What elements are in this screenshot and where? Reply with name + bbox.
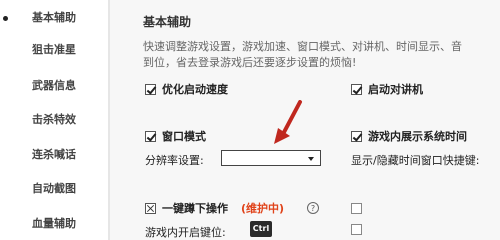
sidebar-item-auto-screenshot[interactable]: 自动截图 — [0, 179, 108, 199]
resolution-label: 分辨率设置: — [145, 154, 204, 167]
help-icon[interactable]: ? — [307, 202, 319, 214]
sidebar-item-label: 狙击准星 — [32, 43, 76, 56]
crouch-key-label: 游戏内开启键位: — [145, 226, 226, 239]
sidebar-item-killstreak-shout[interactable]: 连杀喊话 — [0, 145, 108, 165]
one-key-crouch-checkbox[interactable] — [145, 203, 156, 214]
sidebar-item-weapon-info[interactable]: 武器信息 — [0, 76, 108, 96]
one-key-crouch-label: 一键蹲下操作 — [162, 202, 228, 215]
sidebar-item-label: 基本辅助 — [32, 11, 76, 24]
sidebar-item-basic-assist[interactable]: 基本辅助 — [0, 8, 108, 28]
active-indicator-icon — [3, 16, 8, 21]
show-system-time-label: 游戏内展示系统时间 — [368, 130, 467, 143]
optimize-launch-checkbox[interactable] — [145, 84, 156, 95]
crouch-key-button[interactable]: Ctrl — [250, 221, 272, 237]
sidebar-item-label: 自动截图 — [32, 182, 76, 195]
partial-checkbox[interactable] — [351, 203, 362, 214]
launch-intercom-checkbox[interactable] — [351, 84, 362, 95]
description-line-2: 到位，省去登录游戏后还要逐步设置的烦恼! — [143, 56, 357, 69]
sidebar-item-label: 武器信息 — [32, 79, 76, 92]
window-mode-checkbox[interactable] — [145, 131, 156, 142]
optimize-launch-label: 优化启动速度 — [162, 83, 228, 96]
window-mode-label: 窗口模式 — [162, 130, 206, 143]
annotation-arrow-icon — [274, 100, 302, 144]
sidebar-item-health-assist[interactable]: 血量辅助 — [0, 214, 108, 234]
sidebar-item-sniper-crosshair[interactable]: 狙击准星 — [0, 40, 108, 60]
sidebar-item-label: 连杀喊话 — [32, 148, 76, 161]
show-system-time-checkbox[interactable] — [351, 131, 362, 142]
sidebar-item-kill-effects[interactable]: 击杀特效 — [0, 110, 108, 130]
description-line-1: 快速调整游戏设置，游戏加速、窗口模式、对讲机、时间显示、音 — [143, 40, 462, 53]
toggle-time-hotkey-label: 显示/隐藏时间窗口快捷键: — [351, 154, 480, 167]
maintenance-badge: (维护中) — [241, 202, 285, 215]
help-icon-glyph: ? — [310, 204, 316, 213]
sidebar: 基本辅助 狙击准星 武器信息 击杀特效 连杀喊话 自动截图 血量辅助 — [0, 0, 108, 240]
main-panel: 基本辅助 快速调整游戏设置，游戏加速、窗口模式、对讲机、时间显示、音 到位，省去… — [110, 0, 500, 240]
sidebar-item-label: 击杀特效 — [32, 113, 76, 126]
sidebar-item-label: 血量辅助 — [32, 217, 76, 230]
partial-checkbox-2[interactable] — [351, 224, 362, 235]
section-title: 基本辅助 — [143, 15, 192, 29]
resolution-select[interactable] — [221, 150, 321, 166]
launch-intercom-label: 启动对讲机 — [368, 83, 423, 96]
chevron-down-icon — [308, 157, 314, 161]
